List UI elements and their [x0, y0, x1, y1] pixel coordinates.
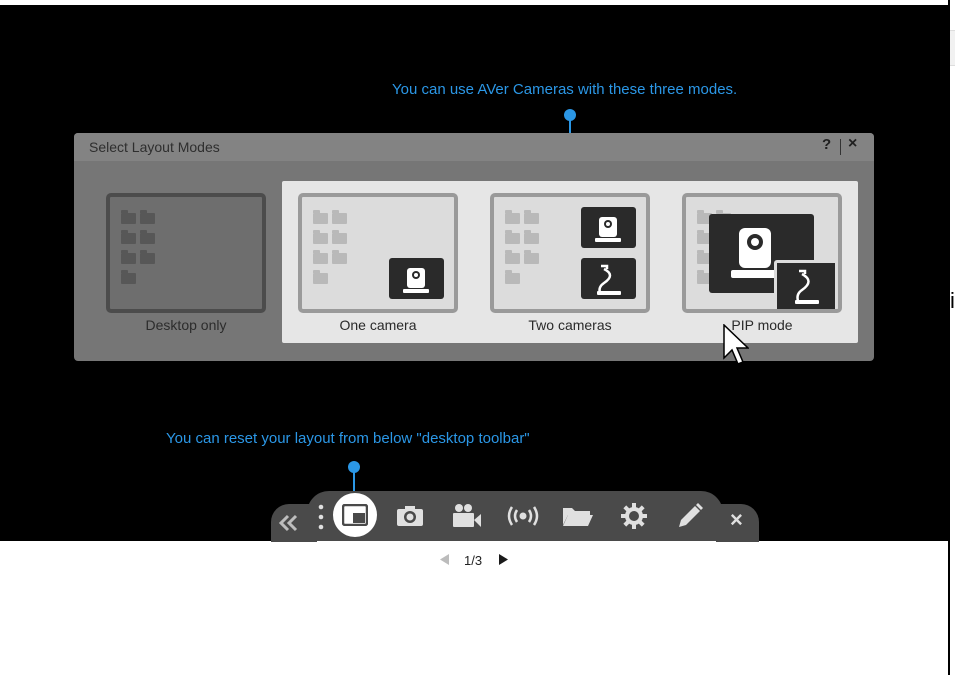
drag-handle-icon[interactable]	[318, 503, 324, 538]
desktop-only-thumbnail	[106, 193, 266, 313]
settings-gear-icon[interactable]	[620, 502, 648, 535]
page-edge-line	[948, 0, 950, 675]
pen-icon[interactable]	[676, 502, 704, 535]
layout-modes-dialog: Select Layout Modes ? × Desktop only One…	[74, 133, 874, 361]
help-button[interactable]: ?	[822, 136, 831, 153]
collapse-double-chevron-icon[interactable]	[278, 512, 300, 539]
page-indicator: 1/3	[464, 553, 483, 568]
wireless-icon[interactable]	[507, 506, 539, 531]
header-separator	[840, 139, 841, 155]
pip-mode-thumbnail	[682, 193, 842, 313]
ptz-camera-icon	[389, 258, 444, 299]
edge-text-fragment: i	[950, 288, 955, 313]
layout-icon[interactable]	[341, 503, 369, 531]
dialog-title: Select Layout Modes	[89, 139, 220, 155]
next-triangle-icon[interactable]	[498, 553, 509, 569]
annotation-bottom: You can reset your layout from below "de…	[166, 430, 530, 447]
document-camera-small-icon	[774, 260, 838, 309]
mouse-cursor-icon	[723, 323, 750, 371]
ptz-camera-icon	[581, 207, 636, 248]
annotation-bottom-line	[353, 470, 355, 492]
mode-desktop-only[interactable]: Desktop only	[106, 193, 266, 333]
document-camera-icon	[581, 258, 636, 299]
camera-icon[interactable]	[396, 505, 424, 532]
mode-label: Desktop only	[145, 317, 227, 333]
prev-triangle-icon[interactable]	[439, 553, 450, 569]
mode-one-camera[interactable]: One camera	[298, 193, 458, 333]
annotation-top: You can use AVer Cameras with these thre…	[392, 81, 738, 98]
dialog-close-button[interactable]: ×	[848, 135, 857, 153]
mode-two-cameras[interactable]: Two cameras	[490, 193, 650, 333]
dialog-header: Select Layout Modes ? ×	[74, 133, 874, 161]
toolbar-close-button[interactable]: ×	[730, 509, 743, 531]
mode-pip[interactable]: PIP mode	[682, 193, 842, 333]
one-camera-thumbnail	[298, 193, 458, 313]
video-icon[interactable]	[452, 503, 482, 534]
mode-label: Two cameras	[528, 317, 612, 333]
mode-label: One camera	[339, 317, 417, 333]
edge-input-fragment	[950, 30, 955, 66]
folder-icon[interactable]	[562, 505, 594, 532]
mode-label: PIP mode	[731, 317, 793, 333]
two-cameras-thumbnail	[490, 193, 650, 313]
